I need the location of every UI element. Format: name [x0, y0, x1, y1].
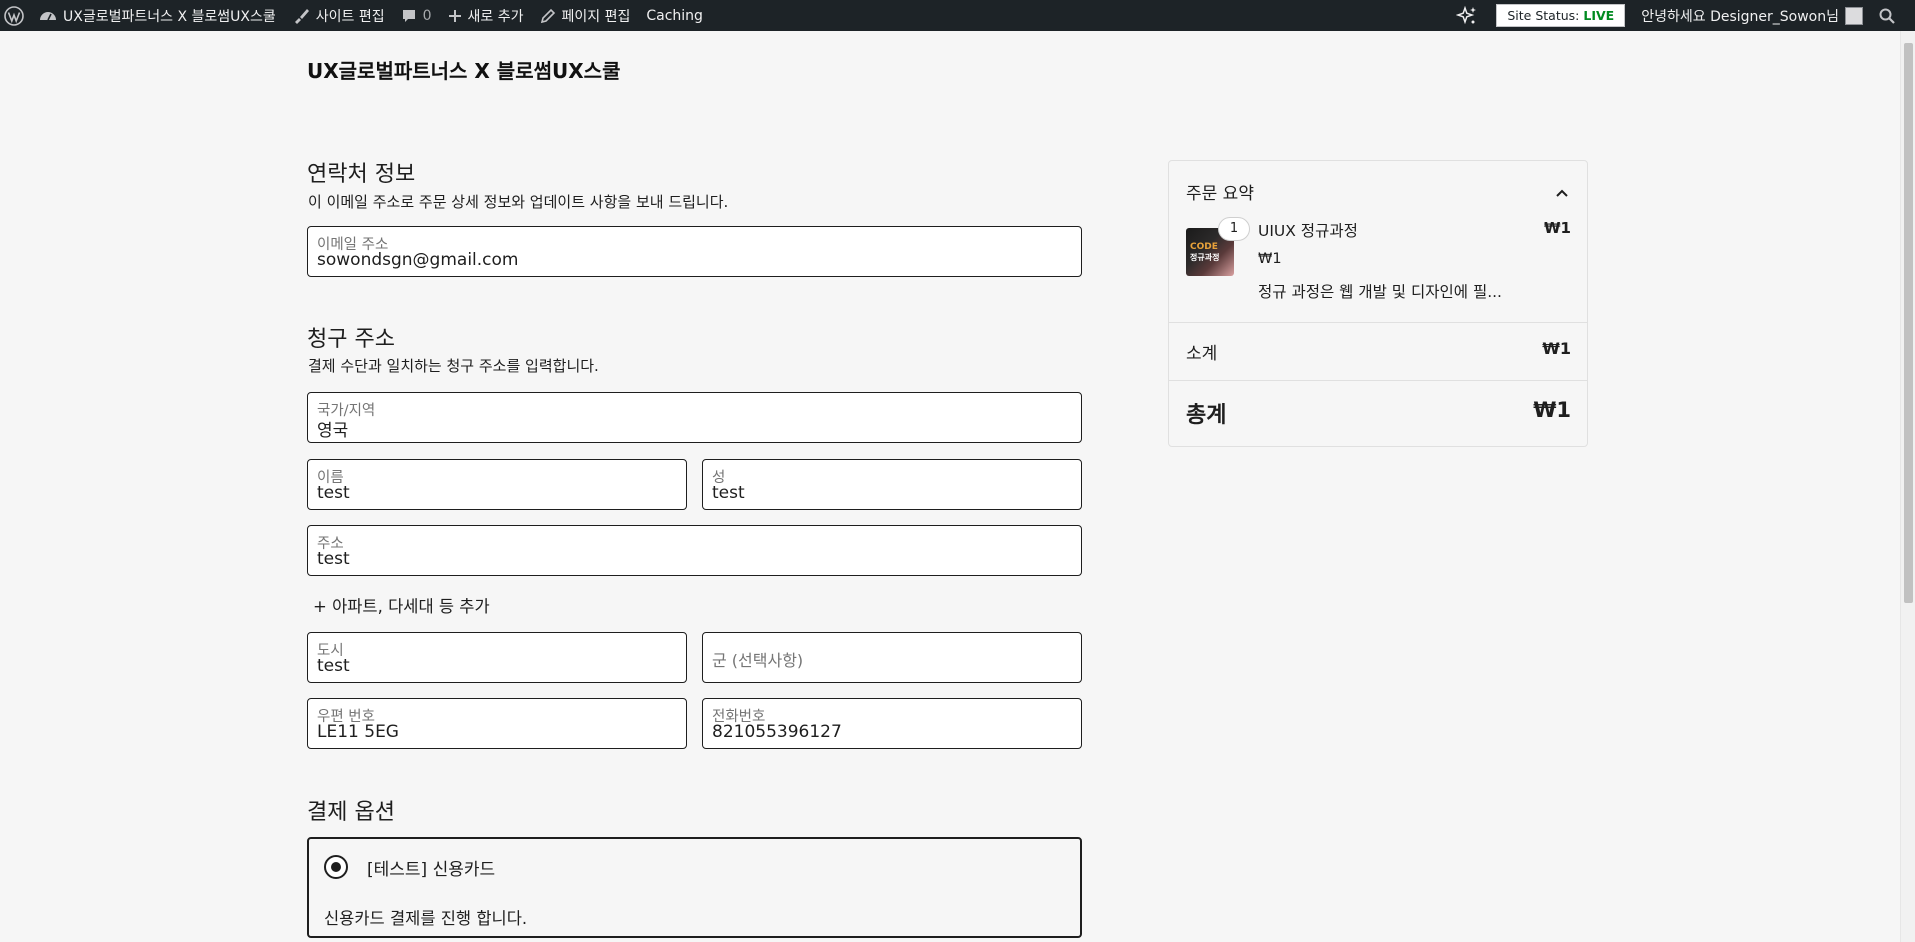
product-description: 정규 과정은 웹 개발 및 디자인에 필... — [1258, 283, 1502, 301]
last-name-value: test — [712, 483, 745, 503]
caching-label: Caching — [646, 7, 703, 24]
address-field[interactable]: 주소 test — [307, 525, 1082, 576]
new-content-label: 새로 추가 — [467, 8, 524, 25]
product-name: UIUX 정규과정 — [1258, 222, 1358, 240]
order-summary: 주문 요약 CODE 정규과정 1 UIUX 정규과정 ₩1 ₩1 정규 과정은… — [1168, 160, 1588, 447]
first-name-value: test — [317, 483, 350, 503]
city-value: test — [317, 656, 350, 676]
email-value: sowondsgn@gmail.com — [317, 250, 519, 270]
country-select[interactable]: 국가/지역 영국 — [307, 392, 1082, 443]
new-content-menu[interactable]: 새로 추가 — [440, 0, 532, 31]
total-label: 총계 — [1186, 403, 1227, 428]
radio-selected-dot — [331, 862, 341, 872]
phone-field[interactable]: 전화번호 821055396127 — [702, 698, 1082, 749]
subtotal-label: 소계 — [1186, 344, 1218, 364]
payment-option-credit-card[interactable]: [테스트] 신용카드 신용카드 결제를 진행 합니다. — [307, 837, 1082, 938]
contact-heading: 연락처 정보 — [307, 162, 416, 187]
my-account-menu[interactable]: 안녕하세요 Designer_Sowon님 — [1633, 0, 1871, 31]
scrollbar-thumb[interactable] — [1904, 43, 1913, 603]
edit-site-label: 사이트 편집 — [315, 8, 385, 25]
billing-heading: 청구 주소 — [307, 327, 395, 352]
add-apartment-link[interactable]: + 아파트, 다세대 등 추가 — [313, 593, 490, 617]
product-line-total: ₩1 — [1544, 219, 1571, 237]
phone-value: 821055396127 — [712, 722, 842, 742]
payment-option-description: 신용카드 결제를 진행 합니다. — [324, 909, 528, 928]
avatar — [1845, 6, 1863, 25]
contact-description: 이 이메일 주소로 주문 상세 정보와 업데이트 사항을 보내 드립니다. — [308, 193, 729, 211]
plus-icon — [448, 9, 461, 22]
payment-option-label: [테스트] 신용카드 — [367, 860, 496, 880]
sparkle-icon — [1456, 5, 1477, 24]
site-name-label: UX글로벌파트너스 X 블로썸UX스쿨 — [63, 8, 276, 25]
billing-description: 결제 수단과 일치하는 청구 주소를 입력합니다. — [308, 357, 599, 375]
wordpress-logo-menu[interactable] — [0, 0, 31, 31]
greeting-label: 안녕하세요 Designer_Sowon님 — [1641, 8, 1839, 25]
payment-heading: 결제 옵션 — [307, 800, 395, 825]
total-value: ₩1 — [1533, 398, 1571, 422]
page-scrollbar[interactable] — [1900, 31, 1915, 942]
country-value: 영국 — [317, 421, 349, 441]
edit-site-link[interactable]: 사이트 편집 — [284, 0, 393, 31]
product-unit-price: ₩1 — [1258, 251, 1282, 267]
site-status-value: LIVE — [1583, 8, 1615, 23]
last-name-field[interactable]: 성 test — [702, 459, 1082, 510]
wordpress-icon — [4, 5, 24, 26]
site-name-menu[interactable]: UX글로벌파트너스 X 블로썸UX스쿨 — [31, 0, 284, 31]
summary-divider — [1169, 322, 1587, 323]
city-field[interactable]: 도시 test — [307, 632, 687, 683]
thumbnail-text-code: CODE — [1190, 242, 1218, 252]
county-field[interactable]: 군 (선택사항) — [702, 632, 1082, 683]
first-name-field[interactable]: 이름 test — [307, 459, 687, 510]
chevron-up-icon[interactable] — [1555, 183, 1569, 202]
admin-bar: UX글로벌파트너스 X 블로썸UX스쿨 사이트 편집 0 새로 추가 페이지 편… — [0, 0, 1915, 31]
site-status-prefix: Site Status: — [1507, 8, 1580, 23]
comment-icon — [402, 9, 415, 22]
pencil-icon — [540, 8, 555, 23]
edit-page-label: 페이지 편집 — [561, 8, 631, 25]
postcode-field[interactable]: 우편 번호 LE11 5EG — [307, 698, 687, 749]
comments-count: 0 — [422, 7, 432, 24]
email-field[interactable]: 이메일 주소 sowondsgn@gmail.com — [307, 226, 1082, 277]
search-button[interactable] — [1871, 0, 1915, 31]
address-value: test — [317, 549, 350, 569]
dashboard-icon — [40, 11, 56, 20]
quantity-badge: 1 — [1218, 217, 1250, 241]
search-icon — [1879, 8, 1895, 24]
payment-radio[interactable] — [324, 855, 348, 879]
thumbnail-text-course: 정규과정 — [1190, 253, 1220, 262]
order-summary-title[interactable]: 주문 요약 — [1186, 179, 1254, 204]
edit-page-link[interactable]: 페이지 편집 — [532, 0, 639, 31]
site-title[interactable]: UX글로벌파트너스 X 블로썸UX스쿨 — [307, 55, 620, 84]
county-placeholder: 군 (선택사항) — [712, 651, 804, 670]
site-status-badge[interactable]: Site Status: LIVE — [1496, 4, 1626, 27]
brush-icon — [294, 8, 309, 24]
subtotal-value: ₩1 — [1542, 339, 1571, 358]
comments-link[interactable]: 0 — [393, 0, 440, 31]
summary-divider — [1169, 380, 1587, 381]
ai-assistant-button[interactable] — [1446, 0, 1488, 31]
caching-menu[interactable]: Caching — [638, 0, 711, 31]
postcode-value: LE11 5EG — [317, 722, 399, 742]
